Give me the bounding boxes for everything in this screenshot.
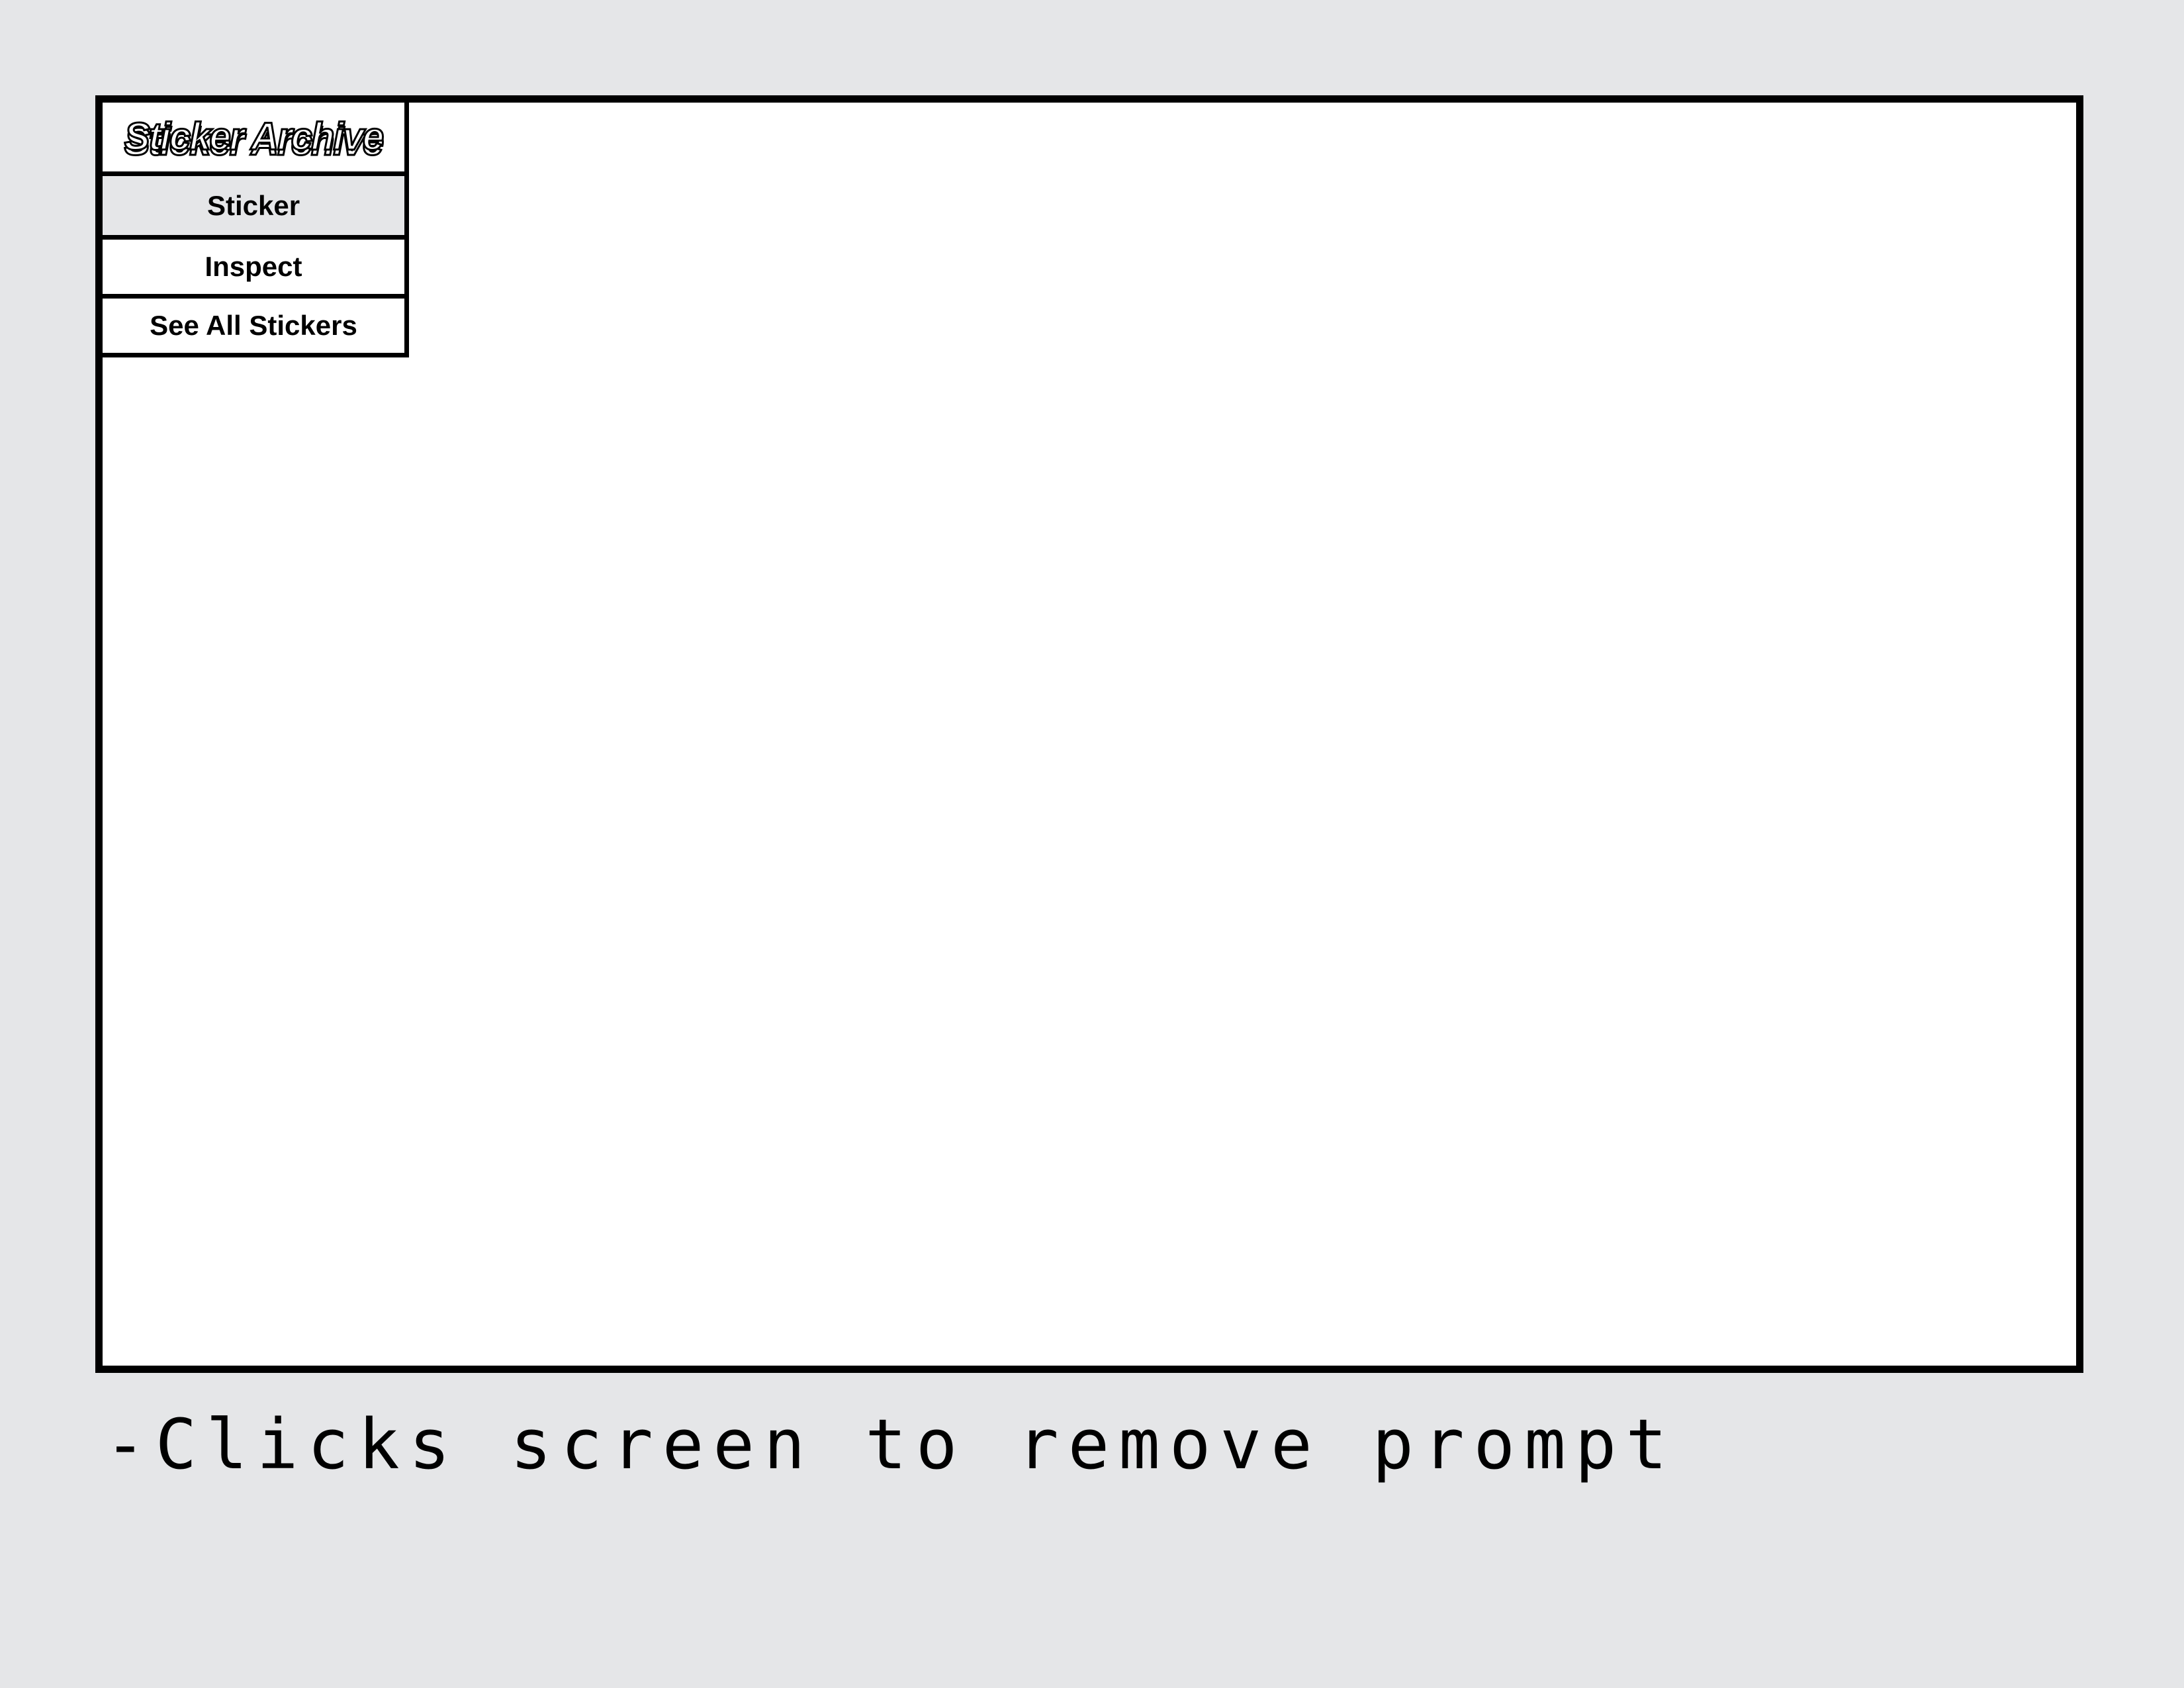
menu-item-sticker[interactable]: Sticker [103, 176, 404, 235]
menu-item-see-all-stickers[interactable]: See All Stickers [103, 294, 404, 353]
logo: Sticker Archive Sticker Archive [103, 103, 404, 176]
prompt-caption: -Clicks screen to remove prompt [105, 1404, 1677, 1485]
nav-menu: Sticker Archive Sticker Archive Sticker … [103, 103, 409, 357]
main-screen[interactable]: Sticker Archive Sticker Archive Sticker … [95, 95, 2083, 1373]
menu-item-inspect[interactable]: Inspect [103, 235, 404, 294]
logo-text-wrap: Sticker Archive Sticker Archive [123, 115, 385, 162]
logo-text: Sticker Archive [123, 115, 385, 158]
